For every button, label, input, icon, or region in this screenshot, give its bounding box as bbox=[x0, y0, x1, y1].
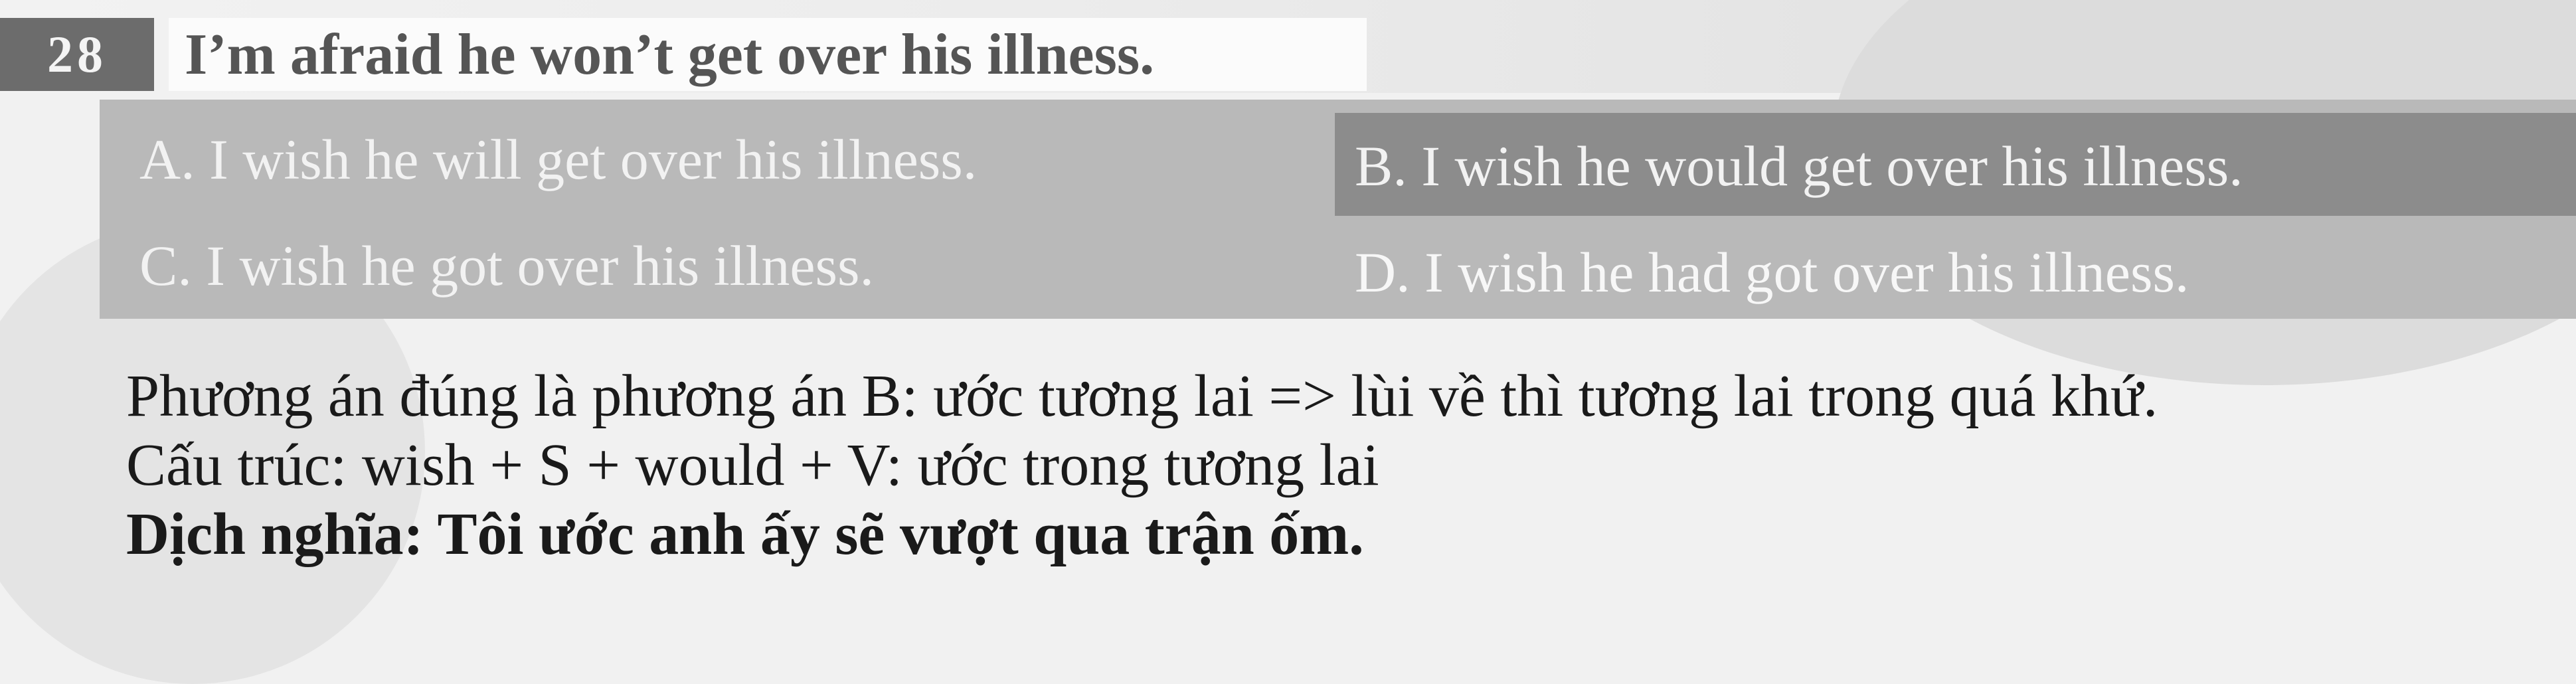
explanation-answer: Phương án đúng là phương án B: ước tương… bbox=[126, 363, 2158, 429]
question-text-container: I’m afraid he won’t get over his illness… bbox=[169, 18, 1367, 91]
explanation: Phương án đúng là phương án B: ước tương… bbox=[126, 362, 2158, 569]
question-number: 28 bbox=[0, 18, 154, 91]
question-divider bbox=[154, 18, 169, 91]
option-d[interactable]: D. I wish he had got over his illness. bbox=[1355, 244, 2189, 301]
option-a[interactable]: A. I wish he will get over his illness. bbox=[139, 131, 977, 188]
explanation-translation: Dịch nghĩa: Tôi ước anh ấy sẽ vượt qua t… bbox=[126, 501, 1364, 567]
option-b[interactable]: B. I wish he would get over his illness. bbox=[1355, 137, 2243, 195]
question-header: 28 I’m afraid he won’t get over his illn… bbox=[0, 15, 1367, 94]
question-text: I’m afraid he won’t get over his illness… bbox=[185, 22, 1155, 87]
option-c[interactable]: C. I wish he got over his illness. bbox=[139, 237, 874, 294]
explanation-structure: Cấu trúc: wish + S + would + V: ước tron… bbox=[126, 432, 1379, 498]
answer-options: A. I wish he will get over his illness. … bbox=[100, 100, 2576, 319]
